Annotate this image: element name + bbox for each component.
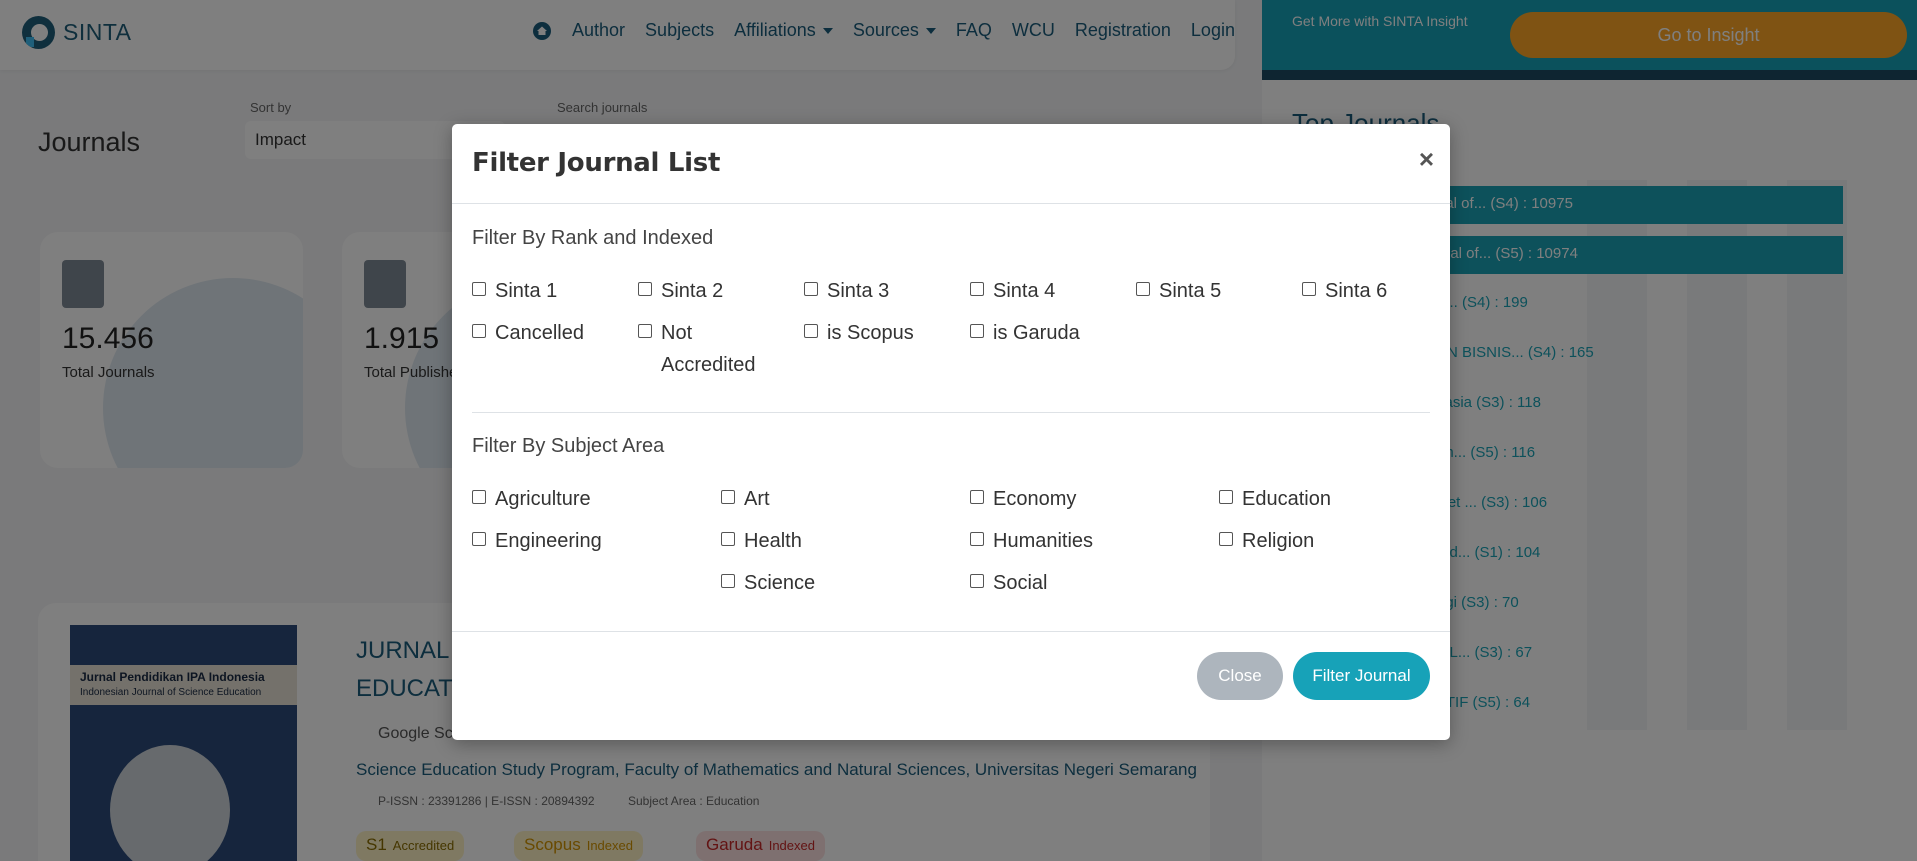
rank-section-title: Filter By Rank and Indexed (472, 227, 714, 249)
checkbox-box[interactable] (638, 324, 652, 338)
checkbox-sinta-4[interactable]: Sinta 4 (970, 275, 1055, 307)
checkbox-box[interactable] (721, 490, 735, 504)
checkbox-box[interactable] (970, 324, 984, 338)
checkbox-not-accredited[interactable]: Not Accredited (638, 317, 756, 381)
checkbox-sinta-2[interactable]: Sinta 2 (638, 275, 723, 307)
checkbox-economy[interactable]: Economy (970, 483, 1076, 515)
checkbox-sinta-3[interactable]: Sinta 3 (804, 275, 889, 307)
checkbox-box[interactable] (804, 282, 818, 296)
checkbox-social[interactable]: Social (970, 567, 1047, 599)
close-icon[interactable]: × (1419, 146, 1434, 172)
checkbox-box[interactable] (1219, 490, 1233, 504)
modal-footer: Close Filter Journal (452, 631, 1450, 740)
checkbox-box[interactable] (804, 324, 818, 338)
filter-journal-modal: Filter Journal List × Filter By Rank and… (452, 124, 1450, 740)
close-button[interactable]: Close (1197, 652, 1283, 700)
checkbox-box[interactable] (721, 532, 735, 546)
checkbox-box[interactable] (970, 532, 984, 546)
checkbox-box[interactable] (721, 574, 735, 588)
checkbox-is-garuda[interactable]: is Garuda (970, 317, 1080, 349)
checkbox-cancelled[interactable]: Cancelled (472, 317, 584, 349)
checkbox-is-scopus[interactable]: is Scopus (804, 317, 914, 349)
checkbox-box[interactable] (472, 490, 486, 504)
checkbox-agriculture[interactable]: Agriculture (472, 483, 591, 515)
checkbox-sinta-1[interactable]: Sinta 1 (472, 275, 557, 307)
checkbox-box[interactable] (970, 574, 984, 588)
checkbox-box[interactable] (970, 282, 984, 296)
checkbox-box[interactable] (1219, 532, 1233, 546)
checkbox-education[interactable]: Education (1219, 483, 1331, 515)
modal-header: Filter Journal List × (452, 124, 1450, 204)
checkbox-box[interactable] (1302, 282, 1316, 296)
checkbox-box[interactable] (638, 282, 652, 296)
checkbox-box[interactable] (472, 282, 486, 296)
modal-title: Filter Journal List (472, 148, 721, 178)
checkbox-box[interactable] (970, 490, 984, 504)
checkbox-box[interactable] (472, 324, 486, 338)
subject-section-title: Filter By Subject Area (472, 435, 665, 457)
checkbox-humanities[interactable]: Humanities (970, 525, 1093, 557)
checkbox-art[interactable]: Art (721, 483, 770, 515)
checkbox-box[interactable] (1136, 282, 1150, 296)
checkbox-health[interactable]: Health (721, 525, 802, 557)
checkbox-engineering[interactable]: Engineering (472, 525, 602, 557)
checkbox-sinta-5[interactable]: Sinta 5 (1136, 275, 1221, 307)
checkbox-sinta-6[interactable]: Sinta 6 (1302, 275, 1387, 307)
section-divider (472, 412, 1430, 413)
checkbox-science[interactable]: Science (721, 567, 815, 599)
checkbox-box[interactable] (472, 532, 486, 546)
filter-journal-button[interactable]: Filter Journal (1293, 652, 1430, 700)
checkbox-religion[interactable]: Religion (1219, 525, 1314, 557)
